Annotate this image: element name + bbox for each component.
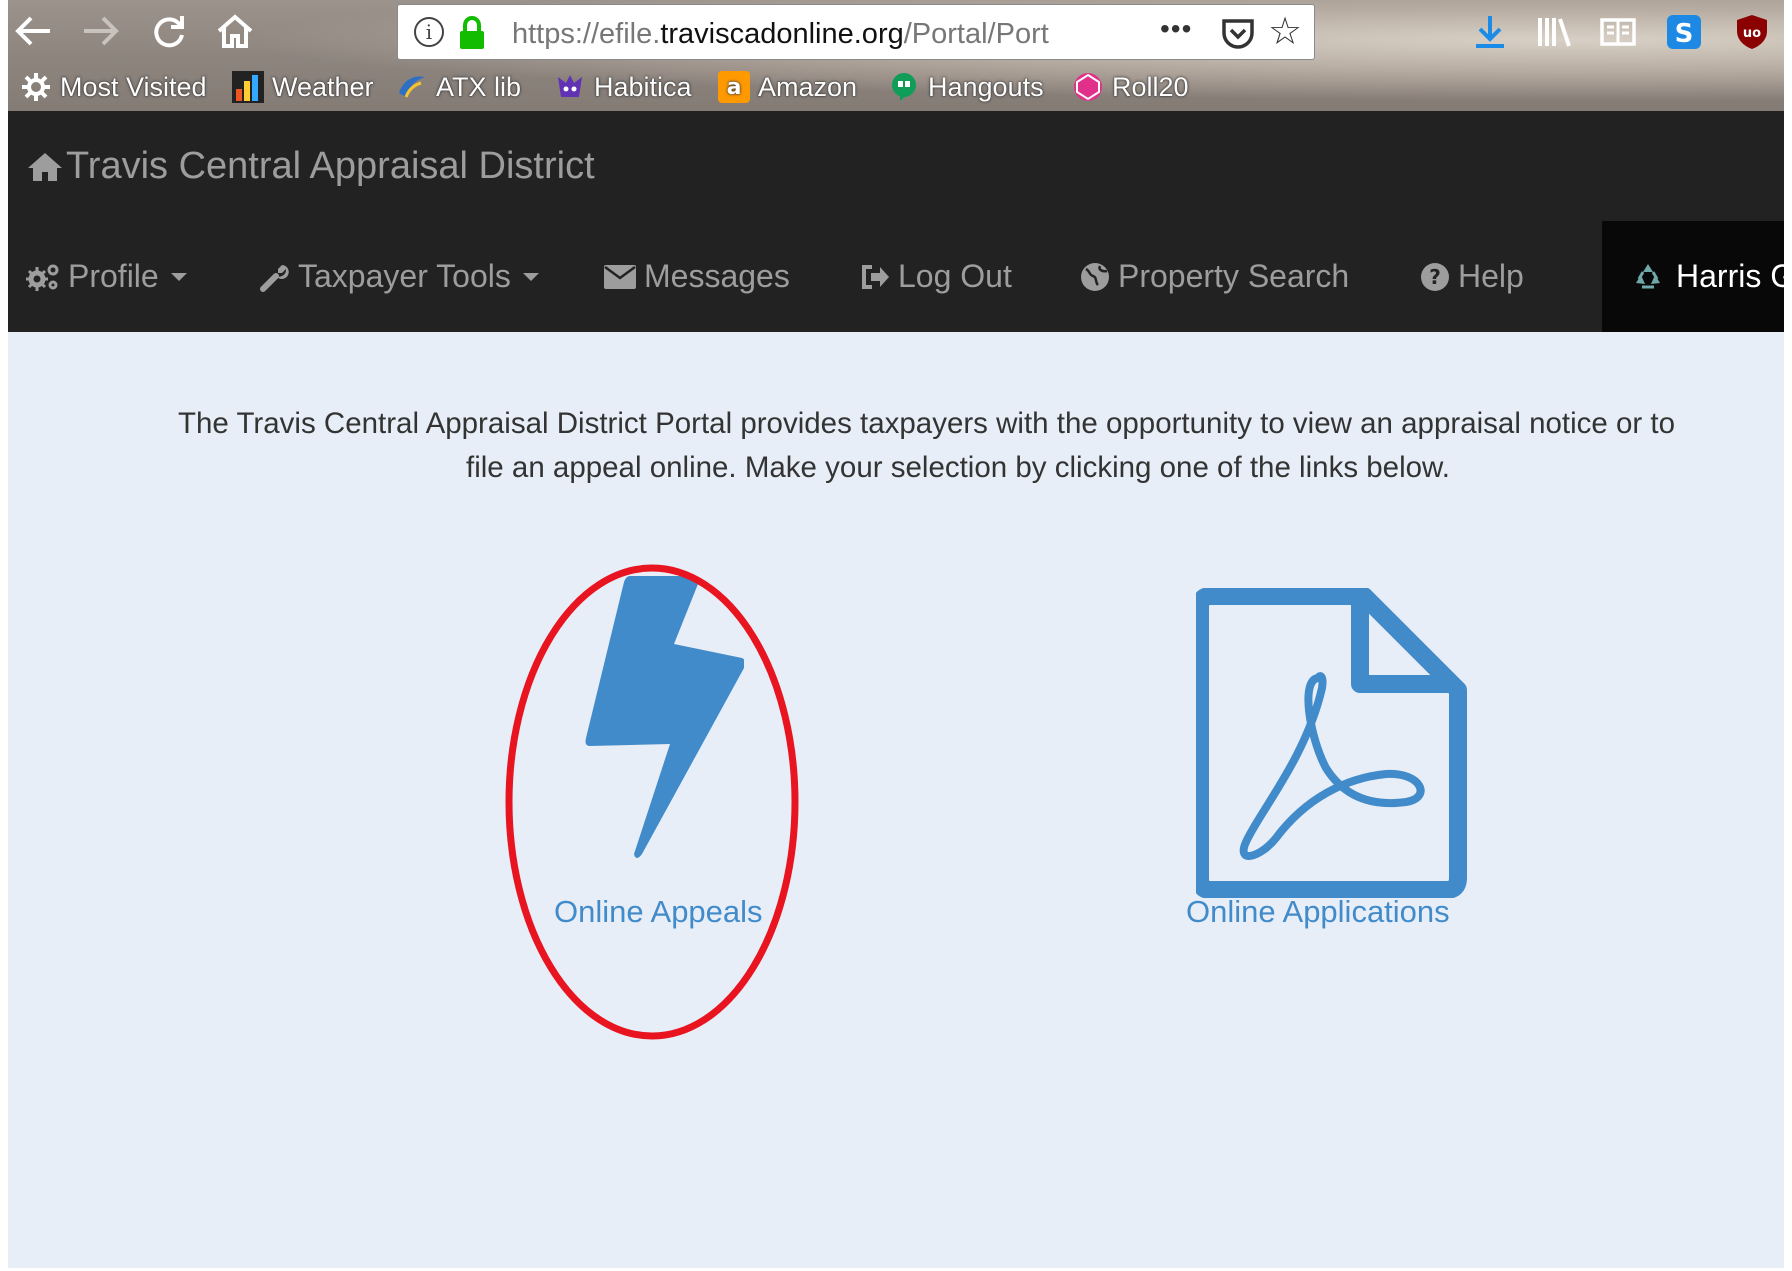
menu-messages[interactable]: Messages [604, 221, 790, 332]
gears-icon [26, 262, 60, 292]
bookmark-most-visited[interactable]: Most Visited [20, 70, 207, 104]
amazon-icon: a [718, 71, 750, 103]
online-applications-link[interactable]: Online Applications [1186, 588, 1476, 1008]
weather-underground-icon [232, 71, 264, 103]
wrench-icon [260, 262, 290, 292]
bookmark-label: Hangouts [928, 71, 1044, 102]
bookmark-roll20[interactable]: Roll20 [1072, 70, 1189, 104]
chevron-down-icon [522, 272, 539, 281]
bookmark-label: Roll20 [1112, 71, 1189, 102]
browser-nav-row: i https://efile.traviscadonline.org/Port… [8, 0, 1784, 62]
site-navbar: Travis Central Appraisal District Profil… [8, 111, 1784, 332]
intro-line-2: file an appeal online. Make your selecti… [466, 451, 1450, 484]
intro-text: The Travis Central Appraisal District Po… [178, 402, 1784, 490]
menu-help-label: Help [1458, 258, 1524, 294]
envelope-icon [604, 264, 636, 289]
library-bird-icon [396, 71, 428, 103]
bookmark-hangouts[interactable]: Hangouts [888, 70, 1044, 104]
main-content: The Travis Central Appraisal District Po… [8, 332, 1784, 1268]
bookmark-label: Most Visited [60, 71, 207, 102]
menu-taxpayer-tools-label: Taxpayer Tools [298, 258, 511, 294]
forward-arrow-icon[interactable] [78, 8, 124, 54]
skype-icon[interactable]: S [1664, 12, 1704, 52]
main-menu: Profile Taxpayer Tools Messages Log Out … [8, 221, 1784, 332]
reload-icon[interactable] [146, 8, 192, 54]
brand-title: Travis Central Appraisal District [66, 145, 595, 187]
online-applications-label: Online Applications [1186, 894, 1450, 929]
help-question-icon: ? [1420, 262, 1450, 292]
page-actions-icon[interactable]: ••• [1160, 13, 1192, 45]
url-bar[interactable]: i https://efile.traviscadonline.org/Port… [397, 4, 1315, 60]
url-prefix: https://efile. [512, 18, 661, 50]
library-icon[interactable] [1534, 12, 1574, 52]
home-icon [28, 152, 62, 181]
bookmark-label: Weather [272, 71, 374, 102]
menu-property-search-label: Property Search [1118, 258, 1350, 294]
chevron-down-icon [170, 272, 187, 281]
bookmark-label: ATX lib [436, 71, 522, 102]
menu-log-out-label: Log Out [898, 258, 1012, 294]
url-domain: traviscadonline.org [660, 18, 904, 50]
bookmark-amazon[interactable]: a Amazon [718, 70, 857, 104]
roll20-icon [1072, 71, 1104, 103]
lock-icon [460, 16, 484, 49]
menu-harris-label: Harris G [1676, 258, 1784, 294]
home-icon[interactable] [212, 8, 258, 54]
menu-harris[interactable]: Harris G [1602, 221, 1784, 332]
annotation-circle [505, 564, 799, 1040]
svg-text:?: ? [1429, 265, 1441, 289]
menu-help[interactable]: ? Help [1420, 221, 1524, 332]
menu-log-out[interactable]: Log Out [860, 221, 1012, 332]
menu-profile[interactable]: Profile [26, 221, 187, 332]
habitica-icon [554, 71, 586, 103]
screenshot-frame: i https://efile.traviscadonline.org/Port… [8, 0, 1784, 1268]
bookmark-star-icon[interactable]: ☆ [1268, 9, 1302, 54]
svg-text:a: a [727, 75, 742, 100]
menu-profile-label: Profile [68, 258, 159, 294]
svg-text:uo: uo [1743, 26, 1761, 41]
menu-property-search[interactable]: Property Search [1080, 221, 1349, 332]
log-out-icon [860, 264, 890, 290]
url-suffix: /Portal/Port [903, 18, 1049, 50]
reader-view-icon[interactable] [1598, 12, 1638, 52]
hangouts-icon [888, 71, 920, 103]
svg-text:S: S [1675, 19, 1694, 49]
pdf-file-icon [1196, 588, 1467, 898]
pocket-icon[interactable] [1220, 15, 1256, 51]
brand-link[interactable]: Travis Central Appraisal District [26, 145, 595, 188]
globe-icon [1080, 262, 1110, 292]
menu-messages-label: Messages [644, 258, 790, 294]
ublock-icon[interactable]: uo [1732, 12, 1772, 52]
bookmark-atx-lib[interactable]: ATX lib [396, 70, 521, 104]
menu-taxpayer-tools[interactable]: Taxpayer Tools [260, 221, 539, 332]
gear-icon [20, 71, 52, 103]
bookmark-label: Habitica [594, 71, 692, 102]
site-info-icon[interactable]: i [414, 17, 444, 47]
bookmark-habitica[interactable]: Habitica [554, 70, 692, 104]
download-icon[interactable] [1470, 12, 1510, 52]
back-arrow-icon[interactable] [10, 8, 56, 54]
bookmark-weather[interactable]: Weather [232, 70, 374, 104]
recycle-icon [1632, 261, 1664, 293]
intro-line-1: The Travis Central Appraisal District Po… [178, 407, 1676, 440]
bookmark-label: Amazon [758, 71, 858, 102]
browser-toolbar: i https://efile.traviscadonline.org/Port… [8, 0, 1784, 111]
bookmarks-toolbar: Most Visited Weather ATX lib Habitica a … [8, 62, 1784, 111]
url-text[interactable]: https://efile.traviscadonline.org/Portal… [512, 18, 1082, 51]
